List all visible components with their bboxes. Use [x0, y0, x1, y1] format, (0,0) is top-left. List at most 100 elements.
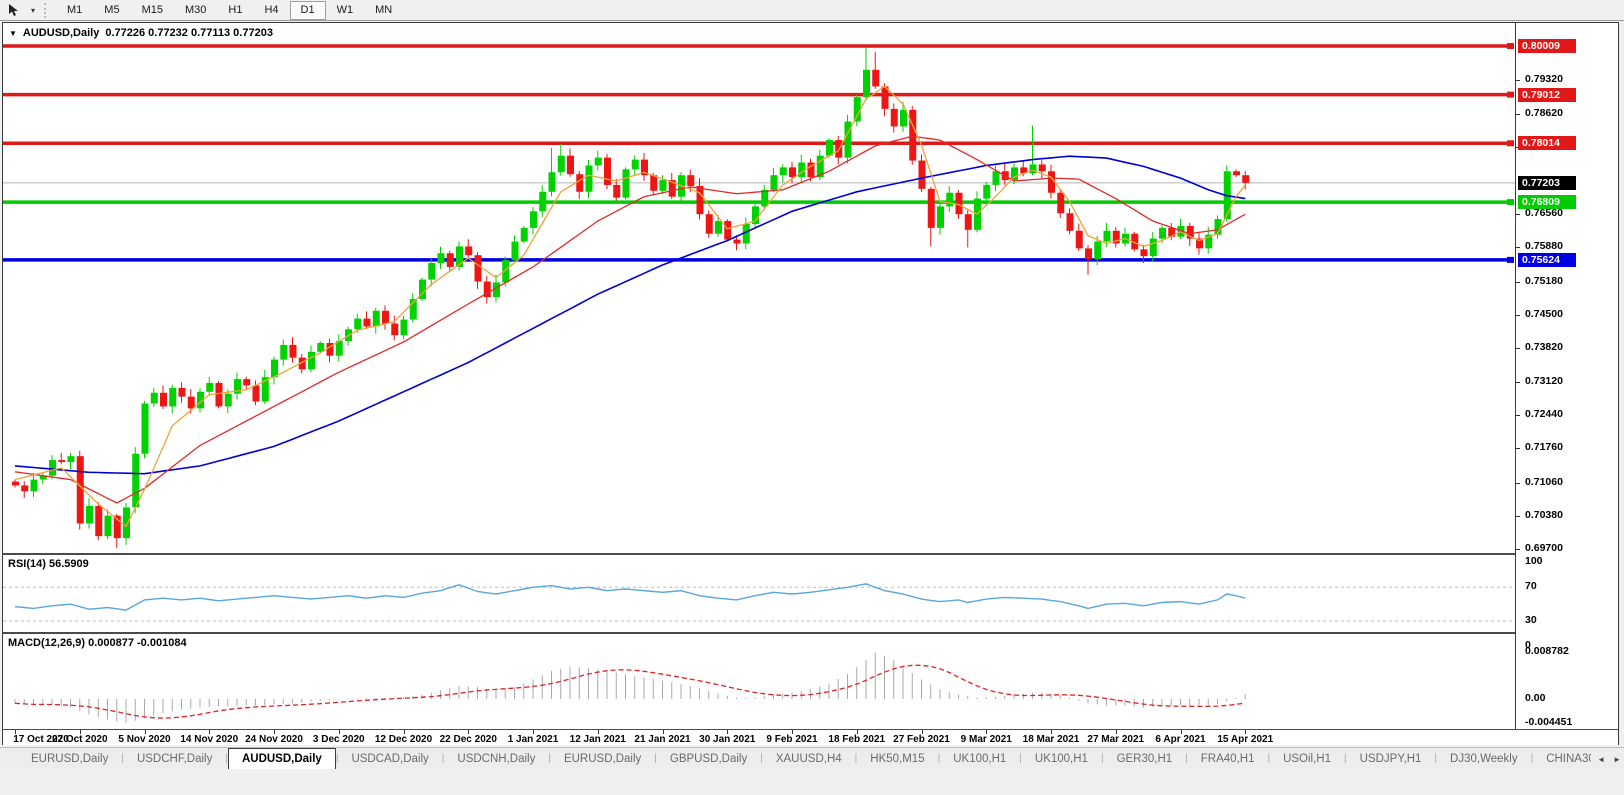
- timeframe-button-mn[interactable]: MN: [364, 1, 403, 20]
- rsi-pane[interactable]: RSI(14) 56.5909: [3, 553, 1515, 632]
- timeframe-button-h4[interactable]: H4: [253, 1, 289, 20]
- price-level-label: 0.77203: [1518, 176, 1576, 190]
- macd-scale-label: 0.008782: [1525, 645, 1569, 657]
- date-tick-label: 12 Dec 2020: [368, 734, 440, 745]
- date-tick-label: 6 Apr 2021: [1145, 734, 1217, 745]
- price-tick-label: 0.73120: [1525, 375, 1563, 387]
- timeframe-buttons: M1M5M15M30H1H4D1W1MN: [56, 1, 403, 20]
- cursor-tool-dropdown-icon[interactable]: ▾: [26, 6, 40, 15]
- price-chart-pane[interactable]: ▼ AUDUSD,Daily 0.77226 0.77232 0.77113 0…: [3, 23, 1515, 553]
- price-level-label: 0.80009: [1518, 39, 1576, 53]
- price-tick-label: 0.71060: [1525, 476, 1563, 488]
- top-toolbar: ▾ M1M5M15M30H1H4D1W1MN: [0, 0, 1624, 21]
- chart-tab-eurusd-daily[interactable]: EURUSD,Daily: [551, 748, 654, 769]
- timeframe-button-h1[interactable]: H1: [217, 1, 253, 20]
- price-tick-label: 0.69700: [1525, 542, 1563, 554]
- date-tick-label: 12 Jan 2021: [562, 734, 634, 745]
- price-tick-label: 0.79320: [1525, 73, 1563, 85]
- date-tick-label: 3 Dec 2020: [303, 734, 375, 745]
- status-strip: [0, 769, 1624, 795]
- date-tick-label: 30 Jan 2021: [691, 734, 763, 745]
- rsi-chart[interactable]: [3, 555, 1515, 632]
- price-tick-label: 0.78620: [1525, 107, 1563, 119]
- macd-scale-label: -0.004451: [1525, 716, 1572, 728]
- chart-tab-usdjpy-h1[interactable]: USDJPY,H1: [1347, 748, 1435, 769]
- chart-tab-hk50-m15[interactable]: HK50,M15: [857, 748, 937, 769]
- rsi-scale-label: 70: [1525, 580, 1537, 592]
- timeframe-button-w1[interactable]: W1: [326, 1, 365, 20]
- chart-tab-gbpusd-daily[interactable]: GBPUSD,Daily: [657, 748, 760, 769]
- price-tick-mark: [1516, 114, 1520, 115]
- price-level-label: 0.75624: [1518, 253, 1576, 267]
- date-tick-label: 18 Mar 2021: [1015, 734, 1087, 745]
- chart-tab-fra40-h1[interactable]: FRA40,H1: [1188, 748, 1268, 769]
- price-tick-label: 0.70380: [1525, 509, 1563, 521]
- price-tick-mark: [1516, 415, 1520, 416]
- price-tick-label: 0.75180: [1525, 275, 1563, 287]
- price-axis[interactable]: 0.793200.786200.779400.765600.758800.751…: [1515, 23, 1618, 729]
- chart-symbol-label: AUDUSD,Daily: [23, 27, 99, 39]
- chart-tab-uk100-h1[interactable]: UK100,H1: [1022, 748, 1101, 769]
- price-tick-mark: [1516, 516, 1520, 517]
- price-level-label: 0.76809: [1518, 195, 1576, 209]
- timeframe-button-m1[interactable]: M1: [56, 1, 93, 20]
- date-tick-label: 9 Mar 2021: [950, 734, 1022, 745]
- chart-tab-dj30-weekly[interactable]: DJ30,Weekly: [1437, 748, 1531, 769]
- chart-ohlc-values: 0.77226 0.77232 0.77113 0.77203: [105, 27, 273, 39]
- rsi-label: RSI(14) 56.5909: [8, 558, 89, 570]
- candlestick-chart[interactable]: [3, 23, 1515, 553]
- chart-tab-usoil-h1[interactable]: USOil,H1: [1270, 748, 1344, 769]
- price-tick-label: 0.73820: [1525, 341, 1563, 353]
- date-tick-label: 9 Feb 2021: [756, 734, 828, 745]
- chart-tab-eurusd-daily[interactable]: EURUSD,Daily: [18, 748, 121, 769]
- timeframe-button-m5[interactable]: M5: [93, 1, 130, 20]
- price-tick-label: 0.75880: [1525, 240, 1563, 252]
- cursor-tool-icon[interactable]: [0, 0, 26, 20]
- date-tick-label: 27 Mar 2021: [1080, 734, 1152, 745]
- chart-tab-uk100-h1[interactable]: UK100,H1: [940, 748, 1019, 769]
- timeframe-button-m30[interactable]: M30: [174, 1, 217, 20]
- timeframe-button-d1[interactable]: D1: [290, 1, 326, 20]
- date-tick-label: 14 Nov 2020: [173, 734, 245, 745]
- chart-tab-ger30-h1[interactable]: GER30,H1: [1104, 748, 1186, 769]
- date-axis[interactable]: 17 Oct 202027 Oct 20205 Nov 202014 Nov 2…: [3, 729, 1618, 745]
- price-level-label: 0.79012: [1518, 88, 1576, 102]
- macd-scale-label: 0.00: [1525, 692, 1545, 704]
- date-tick-label: 27 Feb 2021: [886, 734, 958, 745]
- price-tick-mark: [1516, 382, 1520, 383]
- price-tick-mark: [1516, 448, 1520, 449]
- chart-tab-usdchf-daily[interactable]: USDCHF,Daily: [124, 748, 225, 769]
- chart-dropdown-icon[interactable]: ▼: [9, 29, 17, 38]
- macd-chart[interactable]: [3, 634, 1515, 729]
- cursor-arrow-glyph: [7, 3, 20, 17]
- price-tick-mark: [1516, 549, 1520, 550]
- chart-title: ▼ AUDUSD,Daily 0.77226 0.77232 0.77113 0…: [9, 27, 273, 39]
- chart-tab-usdcnh-daily[interactable]: USDCNH,Daily: [444, 748, 548, 769]
- chart-tab-usdcad-daily[interactable]: USDCAD,Daily: [338, 748, 441, 769]
- rsi-scale-label: 30: [1525, 614, 1537, 626]
- timeframe-button-m15[interactable]: M15: [131, 1, 174, 20]
- date-tick-label: 22 Dec 2020: [432, 734, 504, 745]
- price-tick-mark: [1516, 315, 1520, 316]
- price-tick-mark: [1516, 348, 1520, 349]
- macd-pane[interactable]: MACD(12,26,9) 0.000877 -0.001084: [3, 632, 1515, 729]
- price-tick-mark: [1516, 282, 1520, 283]
- chart-window: ▼ AUDUSD,Daily 0.77226 0.77232 0.77113 0…: [2, 22, 1619, 745]
- date-tick-label: 18 Feb 2021: [821, 734, 893, 745]
- tab-scroll-controls: ◄►: [1591, 748, 1621, 769]
- date-tick-label: 1 Jan 2021: [497, 734, 569, 745]
- price-tick-label: 0.72440: [1525, 408, 1563, 420]
- tab-scroll-right-icon[interactable]: ►: [1613, 755, 1621, 764]
- date-tick-label: 27 Oct 2020: [44, 734, 116, 745]
- date-tick-label: 24 Nov 2020: [238, 734, 310, 745]
- price-tick-label: 0.74500: [1525, 308, 1563, 320]
- price-level-label: 0.78014: [1518, 136, 1576, 150]
- tab-scroll-left-icon[interactable]: ◄: [1597, 755, 1605, 764]
- rsi-scale-label: 100: [1525, 555, 1543, 567]
- toolbar-grip: [44, 3, 49, 18]
- date-tick-label: 21 Jan 2021: [627, 734, 699, 745]
- date-tick-label: 5 Nov 2020: [109, 734, 181, 745]
- macd-label: MACD(12,26,9) 0.000877 -0.001084: [8, 637, 187, 649]
- chart-tab-audusd-daily[interactable]: AUDUSD,Daily: [228, 748, 336, 769]
- chart-tab-xauusd-h4[interactable]: XAUUSD,H4: [763, 748, 855, 769]
